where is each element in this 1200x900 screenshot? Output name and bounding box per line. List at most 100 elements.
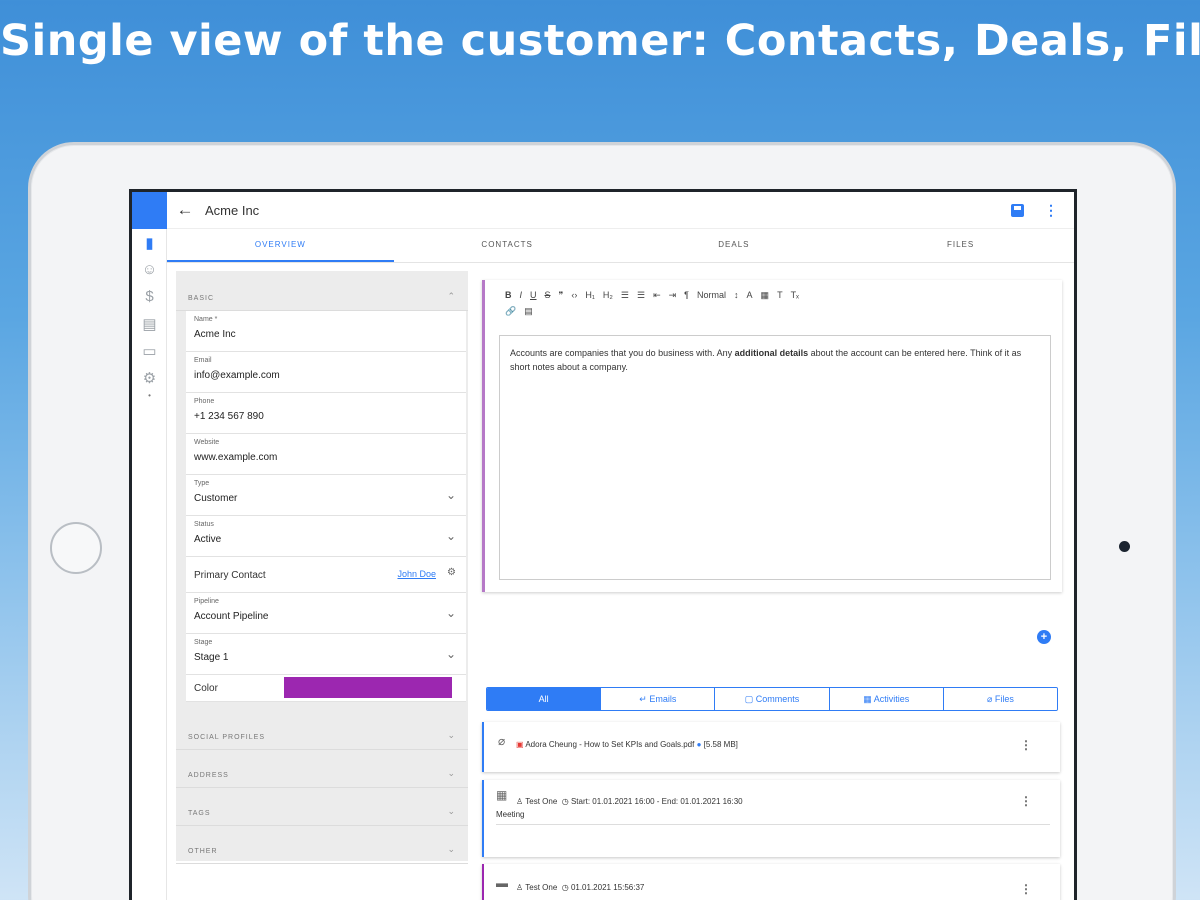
meeting-type: Meeting bbox=[496, 810, 525, 819]
filter-tab-comments[interactable]: ▢ Comments bbox=[714, 688, 829, 710]
inbox-icon[interactable]: ▭ bbox=[132, 337, 167, 364]
toolbar-button[interactable]: H₂ bbox=[603, 290, 613, 300]
meeting-activity-card[interactable]: ▦ ♙ Test One ◷ Start: 01.01.2021 16:00 -… bbox=[482, 780, 1060, 857]
chevron-down-icon: ⌄ bbox=[447, 730, 456, 740]
email-value: info@example.com bbox=[194, 370, 280, 381]
email-field[interactable]: Email info@example.com bbox=[186, 352, 466, 393]
tab-contacts[interactable]: CONTACTS bbox=[394, 229, 621, 262]
deals-icon[interactable]: $ bbox=[132, 283, 167, 310]
phone-label: Phone bbox=[194, 398, 215, 405]
app-bar: ← Acme Inc ⋮ bbox=[167, 192, 1074, 229]
toolbar-button[interactable]: A bbox=[747, 290, 753, 300]
add-plus-icon[interactable]: + bbox=[1037, 630, 1051, 644]
filter-tab-files[interactable]: ⌀ Files bbox=[942, 688, 1057, 710]
meeting-line: ♙ Test One ◷ Start: 01.01.2021 16:00 - E… bbox=[516, 797, 743, 806]
toolbar-button[interactable]: Normal bbox=[697, 290, 726, 300]
filter-tab-emails[interactable]: ↵ Emails bbox=[600, 688, 715, 710]
primary-contact-field: Primary Contact John Doe ⚙ bbox=[186, 557, 466, 593]
toolbar-button[interactable]: U bbox=[530, 290, 537, 300]
toolbar-button[interactable]: ☰ bbox=[621, 290, 629, 300]
toolbar-button[interactable]: ↕ bbox=[734, 290, 739, 300]
more-vert-icon[interactable]: ⋮ bbox=[1020, 738, 1032, 752]
editor-text-bold: additional details bbox=[734, 348, 809, 358]
account-form: BASIC ⌃ Name * Acme Inc Email info@examp… bbox=[176, 271, 468, 864]
contacts-icon[interactable]: ☺ bbox=[132, 256, 167, 283]
editor-text-1: Accounts are companies that you do busin… bbox=[510, 348, 735, 358]
pipeline-select[interactable]: Pipeline Account Pipeline ⌄ bbox=[186, 593, 466, 634]
more-vert-icon[interactable]: ⋮ bbox=[1044, 203, 1058, 217]
toolbar-button[interactable]: S bbox=[545, 290, 551, 300]
website-value: www.example.com bbox=[194, 452, 278, 463]
chevron-down-icon: ⌄ bbox=[447, 844, 456, 854]
filter-tab-all[interactable]: All bbox=[487, 688, 601, 710]
app-screen: ▮ ☺ $ ▤ ▭ ⚙ • ← Acme Inc ⋮ OVERVIEW CONT… bbox=[129, 189, 1077, 900]
back-arrow-icon[interactable]: ← bbox=[167, 200, 203, 220]
color-swatch[interactable] bbox=[284, 677, 452, 698]
tags-section[interactable]: TAGS ⌄ bbox=[176, 788, 468, 826]
activity-filter-tabs: All ↵ Emails ▢ Comments ▦ Activities ⌀ Files bbox=[486, 687, 1058, 711]
type-select[interactable]: Type Customer ⌄ bbox=[186, 475, 466, 516]
toolbar-button[interactable]: ❞ bbox=[559, 290, 564, 300]
website-field[interactable]: Website www.example.com bbox=[186, 434, 466, 475]
pdf-icon: ▣ bbox=[516, 740, 524, 749]
editor-textarea[interactable]: Accounts are companies that you do busin… bbox=[499, 335, 1051, 580]
primary-contact-link[interactable]: John Doe bbox=[397, 569, 436, 579]
filter-tab-activities[interactable]: ▦ Activities bbox=[828, 688, 943, 710]
color-label: Color bbox=[194, 683, 218, 694]
more-vert-icon[interactable]: ⋮ bbox=[1020, 794, 1032, 808]
appbar-actions: ⋮ bbox=[1011, 203, 1058, 217]
calendar-icon[interactable]: ▤ bbox=[132, 310, 167, 337]
basic-section-title: BASIC bbox=[188, 295, 215, 302]
gear-icon[interactable]: ⚙ bbox=[447, 567, 456, 578]
more-vert-icon[interactable]: ⋮ bbox=[1020, 882, 1032, 896]
save-icon[interactable] bbox=[1011, 203, 1024, 217]
user-icon: ♙ bbox=[516, 883, 524, 892]
toolbar-button[interactable]: ▤ bbox=[524, 306, 533, 316]
status-label: Status bbox=[194, 521, 214, 528]
clock-icon: ◷ bbox=[561, 797, 569, 806]
note-activity-card[interactable]: ▬ ♙ Test One ◷ 01.01.2021 15:56:37 ⋮ bbox=[482, 864, 1060, 900]
tab-overview[interactable]: OVERVIEW bbox=[167, 229, 394, 262]
toolbar-button[interactable]: ⇤ bbox=[653, 290, 661, 300]
page-title: Acme Inc bbox=[205, 202, 260, 218]
toolbar-button[interactable]: ¶ bbox=[684, 290, 689, 300]
notes-editor: B I U S ❞ ‹› H₁ H₂ ☰ ☰ ⇤ ⇥ ¶ Normal ↕ A ▦ T Tₓ 🔗 ▤ Accounts … bbox=[482, 280, 1062, 592]
tab-deals[interactable]: DEALS bbox=[621, 229, 848, 262]
accounts-icon[interactable]: ▮ bbox=[132, 229, 167, 256]
toolbar-button[interactable]: ⇥ bbox=[669, 290, 677, 300]
address-section[interactable]: ADDRESS ⌄ bbox=[176, 750, 468, 788]
toolbar-button[interactable]: Tₓ bbox=[791, 290, 799, 300]
meeting-time: Start: 01.01.2021 16:00 - End: 01.01.202… bbox=[570, 797, 743, 806]
paperclip-icon: ⌀ bbox=[498, 734, 506, 748]
stage-select[interactable]: Stage Stage 1 ⌄ bbox=[186, 634, 466, 675]
rail-brand bbox=[132, 192, 167, 229]
toolbar-button[interactable]: I bbox=[520, 290, 523, 300]
toolbar-button[interactable]: ▦ bbox=[761, 290, 770, 300]
tab-bar: OVERVIEW CONTACTS DEALS FILES bbox=[167, 229, 1074, 263]
social-profiles-section[interactable]: SOCIAL PROFILES ⌄ bbox=[176, 712, 468, 750]
toolbar-button[interactable]: H₁ bbox=[585, 290, 595, 300]
file-name[interactable]: Adora Cheung - How to Set KPIs and Goals… bbox=[525, 740, 694, 749]
basic-section-header[interactable]: BASIC ⌃ bbox=[176, 271, 468, 311]
stage-label: Stage bbox=[194, 639, 213, 646]
primary-contact-label: Primary Contact bbox=[194, 569, 266, 581]
color-field[interactable]: Color bbox=[186, 675, 466, 702]
phone-field[interactable]: Phone +1 234 567 890 bbox=[186, 393, 466, 434]
toolbar-button[interactable]: B bbox=[505, 290, 512, 300]
name-field[interactable]: Name * Acme Inc bbox=[186, 311, 466, 352]
status-select[interactable]: Status Active ⌄ bbox=[186, 516, 466, 557]
toolbar-button[interactable]: ‹› bbox=[571, 290, 577, 300]
camera-dot bbox=[1119, 541, 1130, 552]
toolbar-button[interactable]: T bbox=[777, 290, 783, 300]
other-section[interactable]: OTHER ⌄ bbox=[176, 826, 468, 864]
file-activity-card[interactable]: ⌀ ▣ Adora Cheung - How to Set KPIs and G… bbox=[482, 722, 1060, 772]
rail-more-dot: • bbox=[148, 391, 151, 400]
toolbar-button[interactable]: 🔗 bbox=[505, 306, 516, 316]
name-label: Name * bbox=[194, 316, 218, 323]
tab-files[interactable]: FILES bbox=[847, 229, 1074, 262]
meeting-user: Test One bbox=[525, 797, 558, 806]
phone-value: +1 234 567 890 bbox=[194, 411, 264, 422]
toolbar-button[interactable]: ☰ bbox=[637, 290, 645, 300]
settings-icon[interactable]: ⚙ bbox=[132, 364, 167, 391]
